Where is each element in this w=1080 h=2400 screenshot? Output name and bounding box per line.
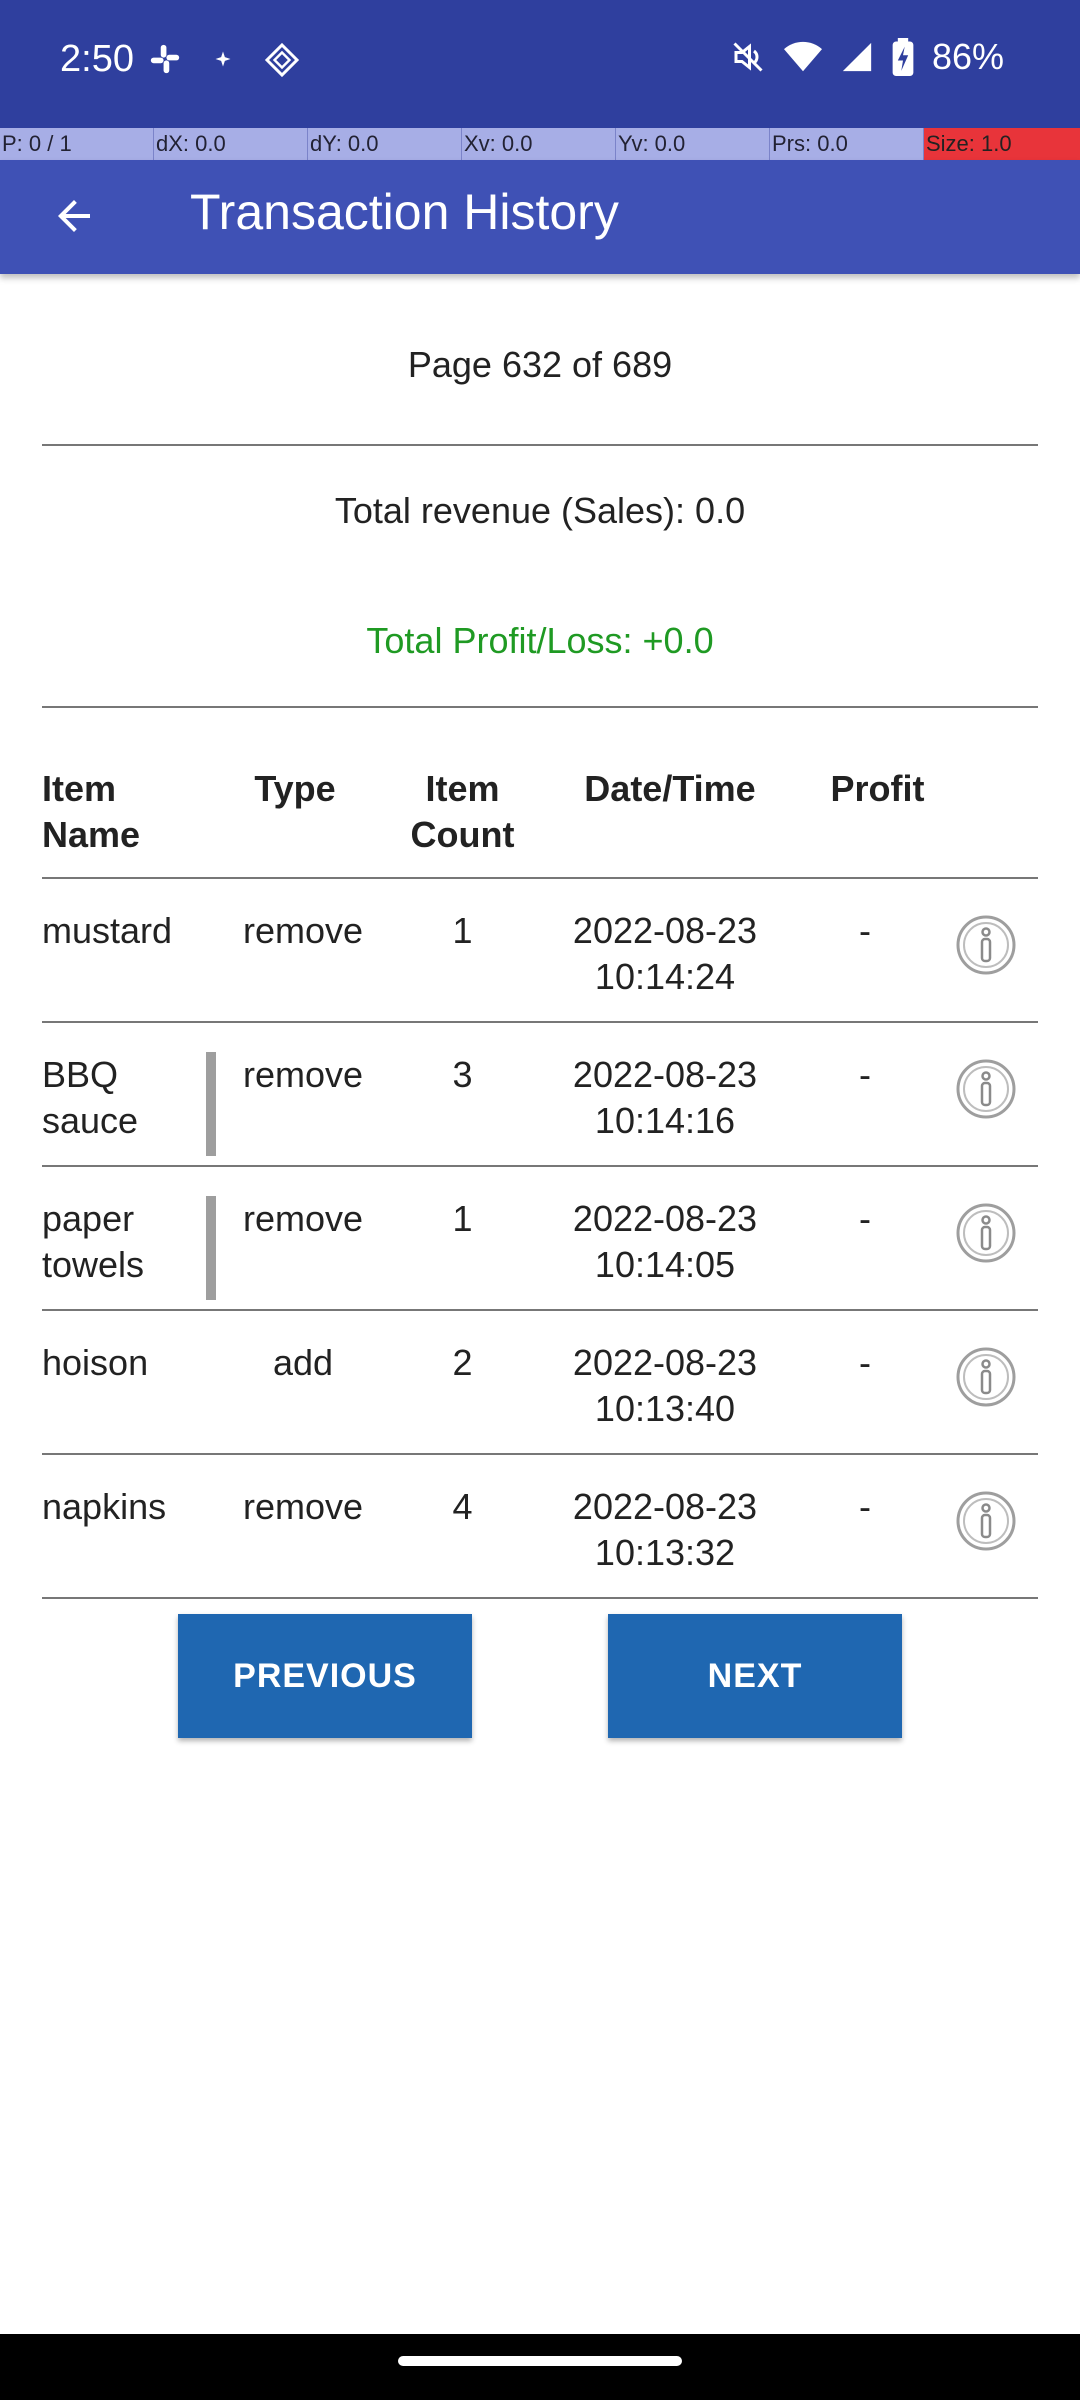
pointer-pressure: Prs: 0.0: [770, 128, 924, 160]
total-revenue: Total revenue (Sales): 0.0: [334, 490, 746, 531]
date-time: 2022-08-23 10:13:40: [572, 1342, 758, 1429]
item-count: 4: [452, 1486, 473, 1527]
signal-icon: [840, 40, 874, 74]
home-gesture-handle[interactable]: [398, 2356, 682, 2366]
item-count: 2: [452, 1342, 473, 1383]
profit: -: [859, 1054, 871, 1095]
info-icon: [956, 1059, 1016, 1119]
info-button[interactable]: [955, 1202, 1017, 1264]
date-time: 2022-08-23 10:14:24: [572, 910, 758, 997]
header-date-time: Date/Time: [584, 768, 756, 809]
info-button[interactable]: [955, 1490, 1017, 1552]
pointer-dy: dY: 0.0: [308, 128, 462, 160]
transaction-type: remove: [242, 1486, 364, 1527]
wifi-icon: [783, 40, 822, 74]
pointer-yv: Yv: 0.0: [616, 128, 770, 160]
back-button[interactable]: [40, 182, 108, 250]
profit: -: [859, 1342, 871, 1383]
status-time: 2:50: [60, 38, 134, 80]
transaction-type: remove: [242, 1198, 364, 1239]
item-count: 1: [452, 1198, 473, 1239]
info-button[interactable]: [955, 1346, 1017, 1408]
arrow-back-icon: [58, 200, 90, 232]
navigation-bar: [0, 2334, 1080, 2400]
item-count: 3: [452, 1054, 473, 1095]
table-row: hoison add 2 2022-08-23 10:13:40 -: [0, 1310, 1080, 1454]
header-item-count: Item Count: [410, 768, 515, 855]
pointer-xv: Xv: 0.0: [462, 128, 616, 160]
pointer-count: P: 0 / 1: [0, 128, 154, 160]
diamond-icon: [264, 42, 300, 87]
profit: -: [859, 1486, 871, 1527]
total-profit-loss: Total Profit/Loss: +0.0: [366, 620, 714, 661]
table-header: Item Name Type Item Count Date/Time Prof…: [0, 766, 1080, 876]
app-bar: Transaction History: [0, 160, 1080, 274]
transaction-type: add: [272, 1342, 334, 1383]
status-bar: 2:50 86%: [0, 0, 1080, 128]
battery-percent: 86%: [931, 36, 1004, 77]
page-indicator: Page 632 of 689: [407, 344, 673, 385]
info-icon: [956, 1347, 1016, 1407]
info-button[interactable]: [955, 1058, 1017, 1120]
divider: [42, 444, 1038, 446]
battery-icon: [892, 38, 914, 76]
table-row: BBQ sauce remove 3 2022-08-23 10:14:16 -: [0, 1022, 1080, 1166]
divider: [42, 706, 1038, 708]
divider: [42, 1597, 1038, 1599]
item-count: 1: [452, 910, 473, 951]
table-row: paper towels remove 1 2022-08-23 10:14:0…: [0, 1166, 1080, 1310]
item-name: BBQ sauce: [42, 1054, 139, 1141]
header-item-name: Item Name: [42, 768, 141, 855]
date-time: 2022-08-23 10:13:32: [572, 1486, 758, 1573]
profit: -: [859, 1198, 871, 1239]
sparkle-icon: [208, 42, 238, 87]
notification-icons: [148, 42, 300, 87]
table-row: napkins remove 4 2022-08-23 10:13:32 -: [0, 1454, 1080, 1598]
scroll-indicator: [206, 1196, 216, 1300]
next-button[interactable]: NEXT: [608, 1614, 902, 1738]
header-type: Type: [254, 768, 336, 809]
profit: -: [859, 910, 871, 951]
info-icon: [956, 1491, 1016, 1551]
pointer-dx: dX: 0.0: [154, 128, 308, 160]
header-profit: Profit: [830, 768, 925, 809]
page-title: Transaction History: [190, 184, 619, 240]
slack-icon: [148, 42, 182, 87]
date-time: 2022-08-23 10:14:16: [572, 1054, 758, 1141]
date-time: 2022-08-23 10:14:05: [572, 1198, 758, 1285]
mute-icon: [730, 39, 766, 75]
system-icons: 86%: [730, 36, 1004, 78]
item-name: mustard: [42, 910, 173, 951]
pointer-location-overlay: P: 0 / 1 dX: 0.0 dY: 0.0 Xv: 0.0 Yv: 0.0…: [0, 128, 1080, 160]
pointer-size: Size: 1.0: [924, 128, 1080, 160]
item-name: hoison: [42, 1342, 149, 1383]
info-icon: [956, 1203, 1016, 1263]
info-button[interactable]: [955, 914, 1017, 976]
scroll-indicator: [206, 1052, 216, 1156]
info-icon: [956, 915, 1016, 975]
item-name: napkins: [42, 1486, 167, 1527]
item-name: paper towels: [42, 1198, 145, 1285]
previous-button[interactable]: PREVIOUS: [178, 1614, 472, 1738]
transaction-type: remove: [242, 1054, 364, 1095]
table-row: mustard remove 1 2022-08-23 10:14:24 -: [0, 878, 1080, 1022]
transaction-type: remove: [242, 910, 364, 951]
